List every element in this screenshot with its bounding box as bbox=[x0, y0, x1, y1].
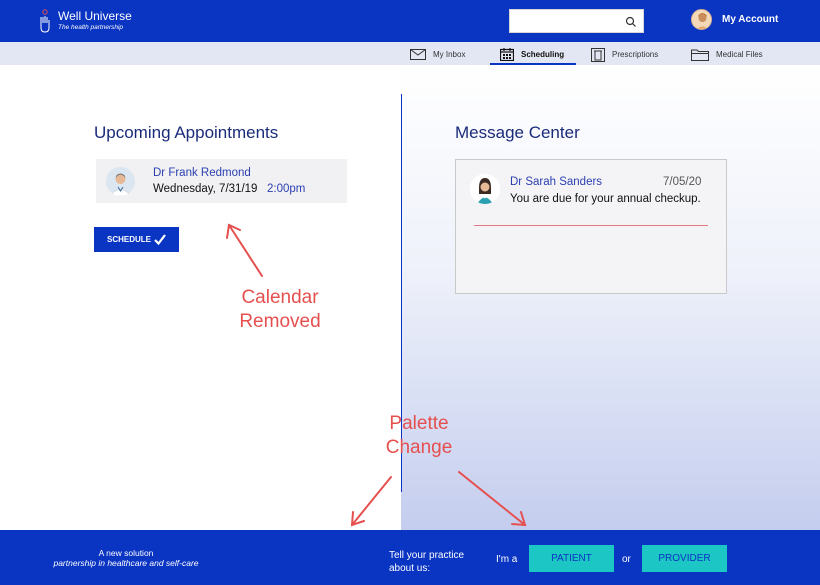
my-account-button[interactable]: My Account bbox=[691, 9, 778, 30]
appointment-card[interactable]: Dr Frank Redmond Wednesday, 7/31/19 2:00… bbox=[96, 159, 347, 203]
tab-my-inbox[interactable]: My Inbox bbox=[410, 44, 465, 65]
tab-prescriptions-label: Prescriptions bbox=[612, 50, 659, 59]
brand-tagline: The health partnership bbox=[58, 24, 124, 31]
brand-logo[interactable]: Well Universe The health partnership bbox=[38, 8, 132, 34]
message-separator bbox=[474, 225, 708, 226]
palette-change-annotation: Palette Change bbox=[369, 412, 469, 460]
checkmark-icon bbox=[154, 234, 166, 245]
schedule-button-label: SCHEDULE bbox=[106, 235, 151, 244]
search-icon[interactable] bbox=[625, 16, 637, 28]
annotation-calendar-line-1: Calendar bbox=[241, 287, 319, 308]
tab-scheduling[interactable]: Scheduling bbox=[500, 44, 564, 65]
schedule-button[interactable]: SCHEDULE bbox=[94, 227, 179, 252]
provider-button[interactable]: PROVIDER bbox=[642, 545, 727, 572]
footer-prompt: Tell your practice about us: bbox=[389, 549, 489, 575]
doctor-avatar bbox=[106, 167, 135, 196]
search-input[interactable] bbox=[509, 9, 644, 33]
message-sender: Dr Sarah Sanders bbox=[510, 176, 603, 188]
calendar-icon bbox=[500, 48, 514, 61]
patient-button-label: PATIENT bbox=[551, 553, 592, 564]
folder-icon bbox=[691, 49, 709, 61]
footer-or: or bbox=[622, 554, 631, 565]
footer-prompt-line-1: Tell your practice bbox=[389, 550, 465, 561]
message-center-title: Message Center bbox=[455, 123, 580, 142]
appointment-time: 2:00pm bbox=[267, 183, 306, 195]
tab-medical-files[interactable]: Medical Files bbox=[691, 44, 763, 65]
hand-heart-icon bbox=[40, 9, 50, 33]
user-avatar bbox=[691, 9, 712, 30]
my-account-label: My Account bbox=[722, 14, 779, 25]
annotation-calendar-line-2: Removed bbox=[239, 311, 321, 332]
footer-tagline-2: partnership in healthcare and self-care bbox=[53, 558, 199, 568]
appointment-doctor: Dr Frank Redmond bbox=[153, 167, 251, 179]
upcoming-appointments-title: Upcoming Appointments bbox=[94, 123, 279, 142]
footer-prompt-line-2: about us: bbox=[389, 563, 431, 574]
annotation-palette-line-1: Palette bbox=[389, 413, 449, 434]
brand-name: Well Universe bbox=[58, 9, 132, 23]
sender-avatar bbox=[470, 174, 500, 204]
tab-scheduling-label: Scheduling bbox=[521, 50, 565, 59]
envelope-icon bbox=[410, 49, 426, 60]
top-header: Well Universe The health partnership My … bbox=[0, 0, 820, 42]
prescription-icon bbox=[591, 47, 605, 62]
message-card[interactable]: Dr Sarah Sanders 7/05/20 You are due for… bbox=[455, 159, 727, 294]
footer: A new solution partnership in healthcare… bbox=[0, 530, 820, 585]
calendar-removed-annotation: Calendar Removed bbox=[230, 286, 330, 334]
annotation-palette-line-2: Change bbox=[385, 437, 453, 458]
footer-tagline: A new solution partnership in healthcare… bbox=[0, 548, 252, 568]
provider-button-label: PROVIDER bbox=[658, 553, 711, 564]
message-text: You are due for your annual checkup. bbox=[510, 193, 701, 205]
tab-prescriptions[interactable]: Prescriptions bbox=[591, 44, 658, 65]
patient-button[interactable]: PATIENT bbox=[529, 545, 614, 572]
tab-my-inbox-label: My Inbox bbox=[433, 50, 466, 59]
main-nav: My Inbox Scheduling Prescriptions Medica… bbox=[0, 42, 820, 65]
appointment-date: Wednesday, 7/31/19 bbox=[153, 183, 258, 195]
footer-im-a: I'm a bbox=[496, 554, 518, 565]
footer-tagline-1: A new solution bbox=[98, 548, 154, 558]
tab-medical-files-label: Medical Files bbox=[716, 50, 763, 59]
message-date: 7/05/20 bbox=[663, 176, 702, 188]
